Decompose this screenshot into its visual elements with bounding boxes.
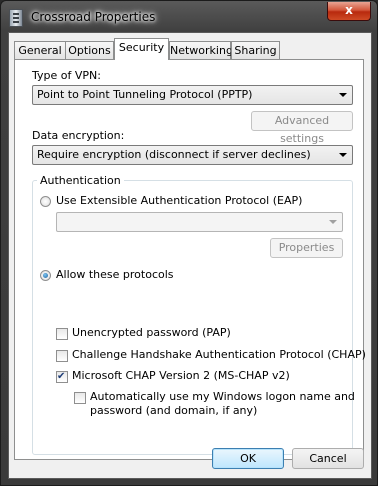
tab-general[interactable]: General bbox=[14, 41, 66, 60]
data-encryption-label: Data encryption: bbox=[32, 129, 125, 142]
auto-logon-label-line1[interactable]: Automatically use my Windows logon name … bbox=[90, 390, 355, 403]
chevron-down-icon bbox=[339, 93, 347, 97]
chevron-down-icon bbox=[329, 220, 337, 224]
advanced-settings-button[interactable]: Advanced settings bbox=[251, 111, 353, 145]
allow-protocols-radio-label[interactable]: Allow these protocols bbox=[56, 268, 174, 281]
chap-checkbox[interactable] bbox=[56, 350, 68, 362]
chevron-down-icon bbox=[339, 153, 347, 157]
mschapv2-checkbox-label[interactable]: Microsoft CHAP Version 2 (MS-CHAP v2) bbox=[72, 369, 290, 382]
chap-checkbox-label[interactable]: Challenge Handshake Authentication Proto… bbox=[72, 348, 366, 361]
dialog-window: Crossroad Properties x General Options S… bbox=[0, 0, 378, 486]
vpn-type-label: Type of VPN: bbox=[32, 69, 101, 82]
auto-logon-checkbox[interactable] bbox=[74, 392, 86, 404]
network-connection-icon bbox=[9, 9, 23, 27]
title-bar[interactable]: Crossroad Properties x bbox=[1, 1, 377, 33]
pap-checkbox[interactable] bbox=[56, 328, 68, 340]
security-tab-panel: Type of VPN: Point to Point Tunneling Pr… bbox=[14, 59, 366, 460]
authentication-group-title: Authentication bbox=[37, 174, 124, 187]
eap-properties-button[interactable]: Properties bbox=[270, 238, 343, 258]
pap-checkbox-label[interactable]: Unencrypted password (PAP) bbox=[72, 326, 231, 339]
allow-protocols-radio[interactable] bbox=[40, 270, 51, 281]
eap-radio-label[interactable]: Use Extensible Authentication Protocol (… bbox=[56, 194, 302, 207]
vpn-type-dropdown[interactable]: Point to Point Tunneling Protocol (PPTP) bbox=[32, 85, 353, 105]
data-encryption-dropdown[interactable]: Require encryption (disconnect if server… bbox=[32, 145, 353, 165]
vpn-type-value: Point to Point Tunneling Protocol (PPTP) bbox=[37, 88, 253, 101]
auto-logon-label-line2[interactable]: password (and domain, if any) bbox=[90, 404, 257, 417]
window-title: Crossroad Properties bbox=[31, 10, 156, 24]
dialog-client-area: General Options Security Networking Shar… bbox=[8, 32, 372, 479]
tab-security[interactable]: Security bbox=[114, 38, 169, 60]
tab-options[interactable]: Options bbox=[65, 41, 114, 60]
close-button[interactable]: x bbox=[327, 2, 371, 21]
cancel-button[interactable]: Cancel bbox=[292, 448, 364, 469]
tab-sharing[interactable]: Sharing bbox=[231, 41, 280, 60]
eap-method-dropdown[interactable] bbox=[56, 212, 343, 232]
eap-radio[interactable] bbox=[40, 196, 51, 207]
mschapv2-checkbox[interactable] bbox=[56, 371, 68, 383]
data-encryption-value: Require encryption (disconnect if server… bbox=[37, 148, 311, 161]
tab-networking[interactable]: Networking bbox=[169, 41, 233, 60]
ok-button[interactable]: OK bbox=[212, 448, 284, 469]
